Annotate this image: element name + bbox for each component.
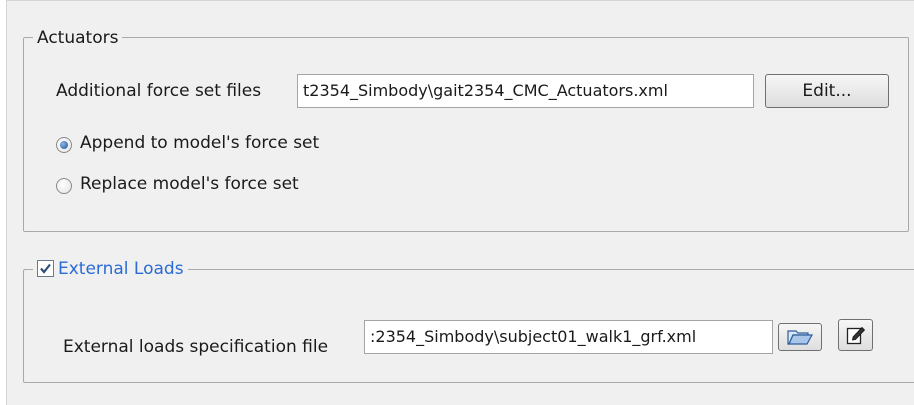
radio-selected-dot [60, 141, 68, 149]
force-set-files-label: Additional force set files [56, 81, 262, 101]
append-option-label[interactable]: Append to model's force set [80, 132, 319, 154]
edit-force-set-button[interactable]: Edit... [765, 74, 889, 108]
external-loads-checkbox[interactable] [37, 259, 54, 277]
actuators-group-title: Actuators [33, 28, 123, 48]
append-radio[interactable] [56, 137, 72, 153]
spec-file-field[interactable]: :2354_Simbody\subject01_walk1_grf.xml [364, 320, 773, 354]
external-loads-header: External Loads [33, 259, 188, 281]
replace-radio[interactable] [56, 178, 72, 194]
spec-file-label: External loads specification file [63, 337, 329, 357]
edit-note-icon [846, 326, 866, 345]
settings-panel: Actuators Additional force set files t23… [6, 0, 914, 405]
checkmark-icon [40, 263, 51, 274]
folder-open-icon [787, 330, 813, 345]
browse-file-button[interactable] [778, 323, 822, 351]
force-set-files-field[interactable]: t2354_Simbody\gait2354_CMC_Actuators.xml [297, 74, 754, 108]
replace-option-label[interactable]: Replace model's force set [80, 173, 299, 195]
external-loads-title: External Loads [58, 259, 184, 279]
edit-spec-button[interactable] [838, 319, 873, 351]
